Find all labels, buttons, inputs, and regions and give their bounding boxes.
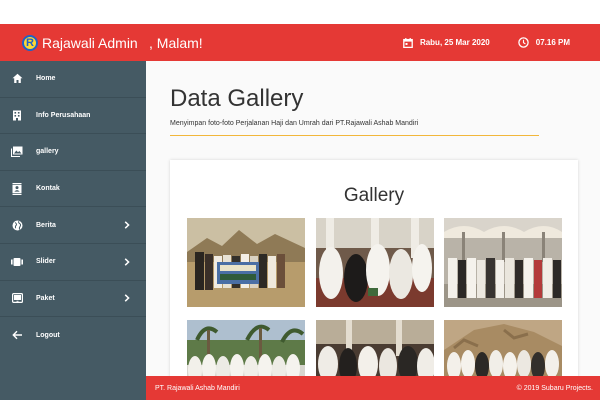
footer-copyright: © 2019 Subaru Projects. <box>516 384 593 392</box>
sidebar-item-label: Paket <box>36 294 55 302</box>
sidebar-item-gallery[interactable]: gallery <box>0 134 146 171</box>
contact-book-icon <box>11 182 23 195</box>
time-display: 07.16 PM <box>518 37 570 48</box>
time-text: 07.16 PM <box>535 38 570 47</box>
brand-name: Rajawali Admin <box>42 34 138 51</box>
gallery-photo[interactable] <box>444 320 562 376</box>
footer: PT. Rajawali Ashab Mandiri © 2019 Subaru… <box>146 376 600 400</box>
main-content: Data Gallery Menyimpan foto-foto Perjala… <box>146 61 600 376</box>
sidebar-item-label: Info Perusahaan <box>36 111 91 119</box>
sidebar: Home Info Perusahaan gallery Kontak Beri… <box>0 61 146 400</box>
slides-icon <box>11 256 23 268</box>
sidebar-item-paket[interactable]: Paket <box>0 281 146 318</box>
tablet-icon <box>11 292 23 304</box>
sidebar-item-label: Logout <box>36 331 60 339</box>
sidebar-item-home[interactable]: Home <box>0 61 146 98</box>
home-icon <box>11 73 23 85</box>
page-subtitle: Menyimpan foto-foto Perjalanan Haji dan … <box>170 120 419 127</box>
greeting-text: , Malam! <box>149 34 203 51</box>
gallery-photo[interactable] <box>444 218 562 307</box>
chevron-right-icon <box>124 221 130 229</box>
sidebar-item-logout[interactable]: Logout <box>0 317 146 354</box>
gallery-photo[interactable] <box>316 218 434 307</box>
clock-icon <box>518 37 529 48</box>
sidebar-item-label: Berita <box>36 221 56 229</box>
building-icon <box>11 109 23 121</box>
date-text: Rabu, 25 Mar 2020 <box>419 38 490 47</box>
sidebar-item-slider[interactable]: Slider <box>0 244 146 281</box>
chevron-right-icon <box>124 258 130 266</box>
brand-logo-icon: R <box>22 34 38 51</box>
gallery-photo[interactable] <box>316 320 434 376</box>
photo-library-icon <box>11 146 23 158</box>
gallery-card: Gallery <box>170 160 578 376</box>
sidebar-item-kontak[interactable]: Kontak <box>0 171 146 208</box>
title-divider <box>170 135 539 136</box>
sidebar-item-label: Home <box>36 75 56 83</box>
sidebar-item-label: Slider <box>36 258 56 266</box>
calendar-icon <box>403 37 413 48</box>
brand[interactable]: R Rajawali Admin <box>0 24 146 61</box>
globe-icon <box>11 219 23 231</box>
date-display: Rabu, 25 Mar 2020 <box>403 37 490 48</box>
chevron-right-icon <box>124 294 130 303</box>
sidebar-item-label: Kontak <box>36 185 60 193</box>
gallery-photo[interactable] <box>187 320 305 376</box>
sidebar-item-berita[interactable]: Berita <box>0 207 146 244</box>
gallery-card-title: Gallery <box>343 185 405 206</box>
footer-company: PT. Rajawali Ashab Mandiri <box>155 384 240 392</box>
gallery-photo[interactable] <box>187 218 305 307</box>
sidebar-item-label: gallery <box>36 148 59 156</box>
page-title: Data Gallery <box>170 85 304 112</box>
arrow-left-icon <box>11 329 23 341</box>
admin-page: R Rajawali Admin , Malam! Rabu, 25 Mar 2… <box>0 0 600 400</box>
sidebar-item-info-perusahaan[interactable]: Info Perusahaan <box>0 98 146 135</box>
top-navbar: R Rajawali Admin , Malam! Rabu, 25 Mar 2… <box>0 24 600 61</box>
